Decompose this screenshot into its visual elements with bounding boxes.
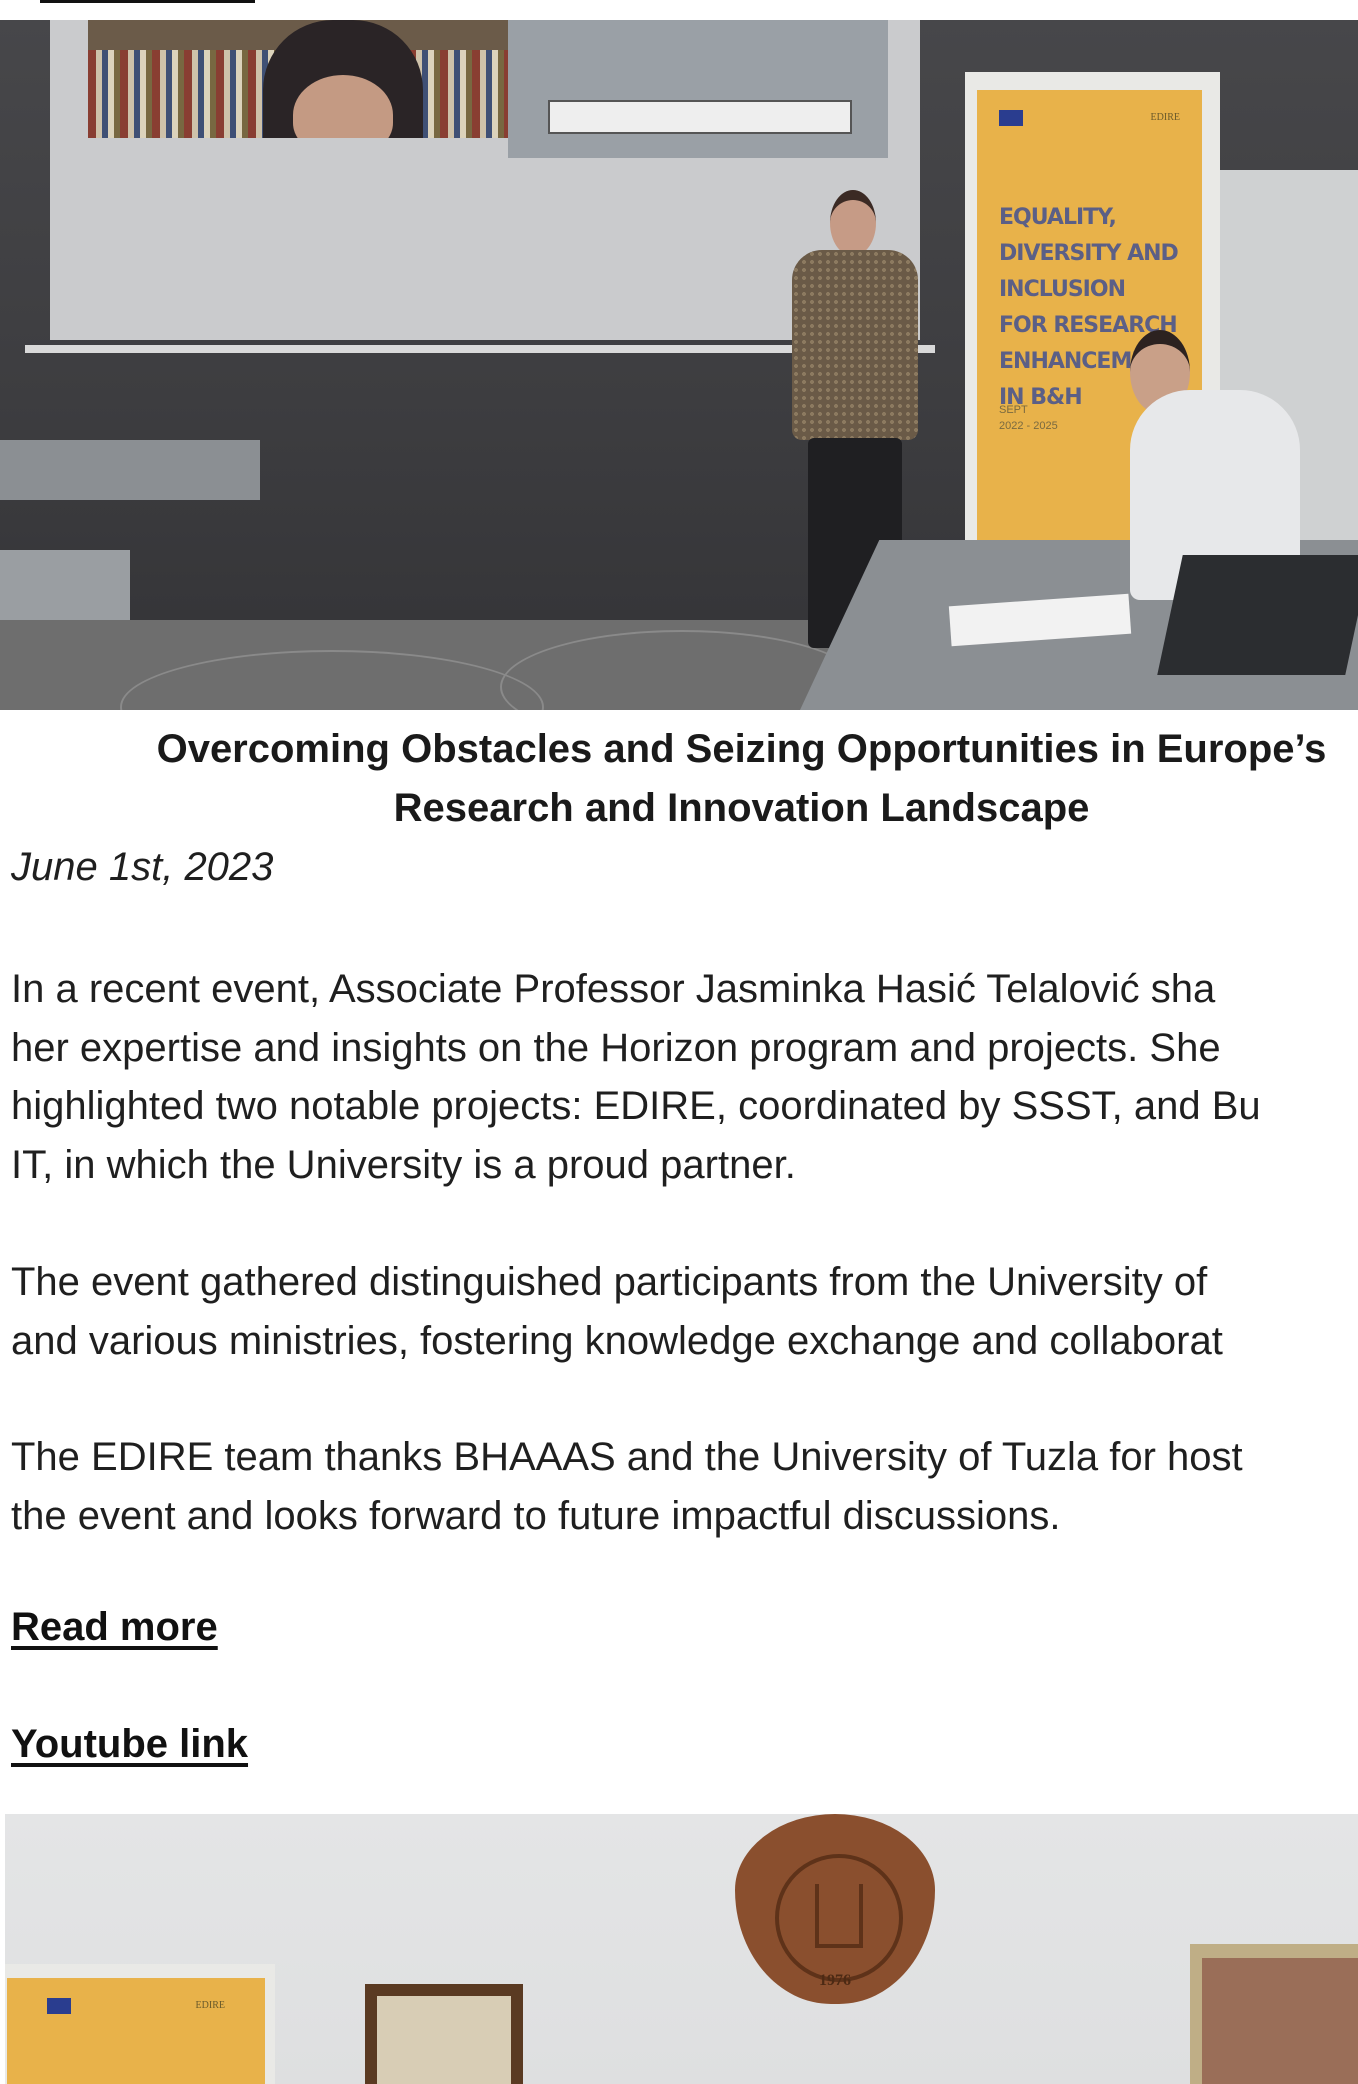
headline-line: Research and Innovation Landscape (393, 786, 1090, 830)
article-date: June 1st, 2023 (11, 845, 274, 889)
presenter-body (792, 250, 918, 440)
paragraph-line: IT, in which the University is a proud p… (11, 1142, 796, 1187)
banner-brand-bottom: EDIRE (195, 2000, 225, 2011)
banner-date-range: 2022 - 2025 (999, 420, 1058, 432)
article-paragraph-2: The event gathered distinguished partici… (11, 1253, 1358, 1370)
banner-line: EQUALITY, (999, 205, 1117, 230)
paragraph-line: The event gathered distinguished partici… (11, 1260, 1208, 1304)
eu-flag-icon (999, 110, 1023, 126)
painting-canvas (1202, 1958, 1358, 2084)
paragraph-line: The EDIRE team thanks BHAAAS and the Uni… (11, 1435, 1243, 1479)
video-call-speaker (88, 20, 508, 138)
eu-flag-icon (47, 1998, 71, 2014)
article-paragraph-1: In a recent event, Associate Professor J… (11, 960, 1358, 1194)
certificate-paper (377, 1996, 511, 2084)
event-photo-top: EDIRE EQUALITY, DIVERSITY AND INCLUSION … (0, 20, 1358, 710)
paragraph-line: the event and looks forward to future im… (11, 1493, 1061, 1538)
article-headline: Overcoming Obstacles and Seizing Opportu… (0, 720, 1358, 838)
youtube-link[interactable]: Youtube link (11, 1722, 248, 1767)
banner-dates: SEPT 2022 - 2025 (999, 402, 1058, 434)
headline-line: Overcoming Obstacles and Seizing Opportu… (156, 727, 1327, 771)
plaque-year: 1976 (819, 1972, 851, 1989)
top-divider (40, 0, 255, 3)
university-plaque: 1976 (735, 1814, 935, 2004)
event-photo-bottom: 1976 EDIRE (5, 1814, 1358, 2084)
banner-date-label: SEPT (999, 404, 1028, 416)
framed-certificate (365, 1984, 523, 2084)
edire-banner-bottom: EDIRE (5, 1964, 275, 2084)
presenter-head (830, 190, 876, 256)
paragraph-line: highlighted two notable projects: EDIRE,… (11, 1084, 1261, 1128)
paragraph-line: and various ministries, fostering knowle… (11, 1318, 1223, 1363)
read-more-link[interactable]: Read more (11, 1605, 218, 1650)
desk-left (0, 440, 260, 500)
article-paragraph-3: The EDIRE team thanks BHAAAS and the Uni… (11, 1428, 1358, 1545)
banner-brand: EDIRE (1150, 112, 1180, 123)
remote-room-table (548, 100, 852, 134)
paragraph-line: her expertise and insights on the Horizo… (11, 1025, 1221, 1070)
paragraph-line: In a recent event, Associate Professor J… (11, 967, 1216, 1011)
laptop (1157, 555, 1358, 675)
banner-panel-bottom: EDIRE (7, 1978, 265, 2084)
banner-line: DIVERSITY AND (999, 241, 1179, 266)
video-call-room (508, 20, 888, 158)
framed-painting (1190, 1944, 1358, 2084)
banner-line: INCLUSION (999, 277, 1126, 302)
